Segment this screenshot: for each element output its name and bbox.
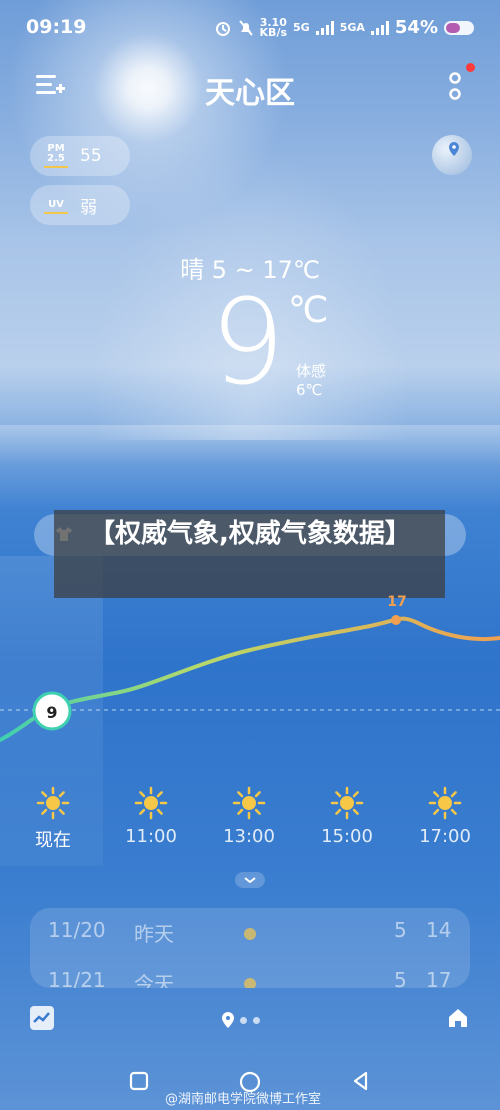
more-options-icon[interactable] — [446, 70, 464, 102]
expand-chevron[interactable] — [235, 872, 265, 888]
max-temp-marker — [391, 615, 401, 625]
location-dot-icon — [222, 1012, 234, 1028]
page-dot — [240, 1016, 247, 1024]
hourly-time: 11:00 — [125, 826, 177, 847]
article-title: 【权威气象,权威气象数据】 — [89, 519, 411, 549]
daily-high: 14 — [426, 918, 452, 942]
page-indicator[interactable] — [222, 1012, 260, 1028]
daily-forecast: 11/20 昨天 5 14 11/21 今天 5 17 — [30, 908, 470, 988]
feels-like-label: 体感 — [296, 362, 327, 380]
daily-date: 11/21 — [48, 968, 106, 988]
current-temperature: 9 — [210, 273, 286, 411]
sun-icon — [428, 786, 462, 820]
recents-icon[interactable] — [128, 1070, 150, 1092]
net-5g: 5G — [293, 21, 310, 34]
pm25-pill[interactable]: PM 2.5 55 — [30, 136, 130, 176]
sun-icon — [36, 786, 70, 820]
daily-high: 17 — [426, 968, 452, 988]
uv-label: UV — [44, 197, 68, 214]
map-location-icon[interactable] — [432, 135, 472, 175]
back-icon[interactable] — [350, 1070, 372, 1092]
trend-icon[interactable] — [30, 1006, 54, 1030]
temp-curve — [0, 616, 500, 742]
alarm-icon — [215, 21, 230, 36]
max-temp-label: 17 — [387, 594, 406, 610]
daily-row[interactable]: 11/21 今天 5 17 — [30, 968, 470, 988]
net-speed-unit: KB/s — [259, 25, 288, 39]
status-indicators: 3.10 KB/s 5G 5GA 54% — [214, 17, 474, 38]
hourly-time: 17:00 — [419, 826, 471, 847]
hourly-forecast: 现在 11:00 13:00 15:00 17:00 — [0, 786, 500, 856]
hourly-temp-chart: 9 17 — [0, 594, 500, 742]
daily-row[interactable]: 11/20 昨天 5 14 — [30, 918, 470, 958]
hourly-item[interactable]: 11:00 — [111, 786, 191, 847]
battery-percent: 54% — [394, 17, 438, 38]
chevron-down-icon — [244, 877, 256, 884]
hourly-item[interactable]: 13:00 — [209, 786, 289, 847]
hourly-time: 现在 — [35, 830, 71, 851]
notification-dot — [466, 63, 475, 72]
net-speed: 3.10 KB/s — [259, 17, 288, 39]
sun-icon — [330, 786, 364, 820]
watermark: @湖南邮电学院微博工作室 — [165, 1092, 322, 1107]
daily-low: 5 — [394, 918, 407, 942]
horizon — [0, 425, 500, 465]
signal-2-icon — [370, 20, 389, 35]
uv-pill[interactable]: UV 弱 — [30, 185, 130, 225]
signal-icon — [315, 20, 334, 35]
battery-icon — [444, 20, 474, 35]
daily-day: 昨天 — [134, 922, 174, 946]
sun-icon — [244, 928, 256, 940]
chart-line-icon — [33, 1012, 50, 1023]
hourly-item[interactable]: 15:00 — [307, 786, 387, 847]
city-title: 天心区 — [205, 76, 295, 111]
hourly-time: 15:00 — [321, 826, 373, 847]
hourly-item[interactable]: 现在 — [13, 786, 93, 852]
mute-bell-icon — [238, 19, 253, 36]
home-icon[interactable] — [446, 1006, 470, 1030]
pm-label-bottom: 2.5 — [47, 153, 65, 164]
location-pin-icon — [449, 142, 459, 156]
uv-value: 弱 — [80, 197, 97, 218]
current-temp-label: 9 — [46, 703, 57, 722]
hourly-item[interactable]: 17:00 — [405, 786, 485, 847]
status-time: 09:19 — [26, 16, 87, 38]
feels-like-value: 6℃ — [296, 381, 323, 399]
pm25-value: 55 — [80, 146, 102, 166]
daily-day: 今天 — [134, 972, 174, 988]
page-dot — [253, 1016, 260, 1024]
hourly-time: 13:00 — [223, 826, 275, 847]
status-bar: 09:19 3.10 KB/s 5G 5GA 54% — [0, 0, 500, 56]
daily-low: 5 — [394, 968, 407, 988]
net-5ga: 5GA — [339, 21, 365, 34]
sun-icon — [232, 786, 266, 820]
temp-unit: ℃ — [288, 290, 329, 331]
sun-icon — [134, 786, 168, 820]
daily-date: 11/20 — [48, 918, 106, 942]
pm25-label: PM 2.5 — [44, 144, 68, 168]
sun-icon — [244, 978, 256, 988]
